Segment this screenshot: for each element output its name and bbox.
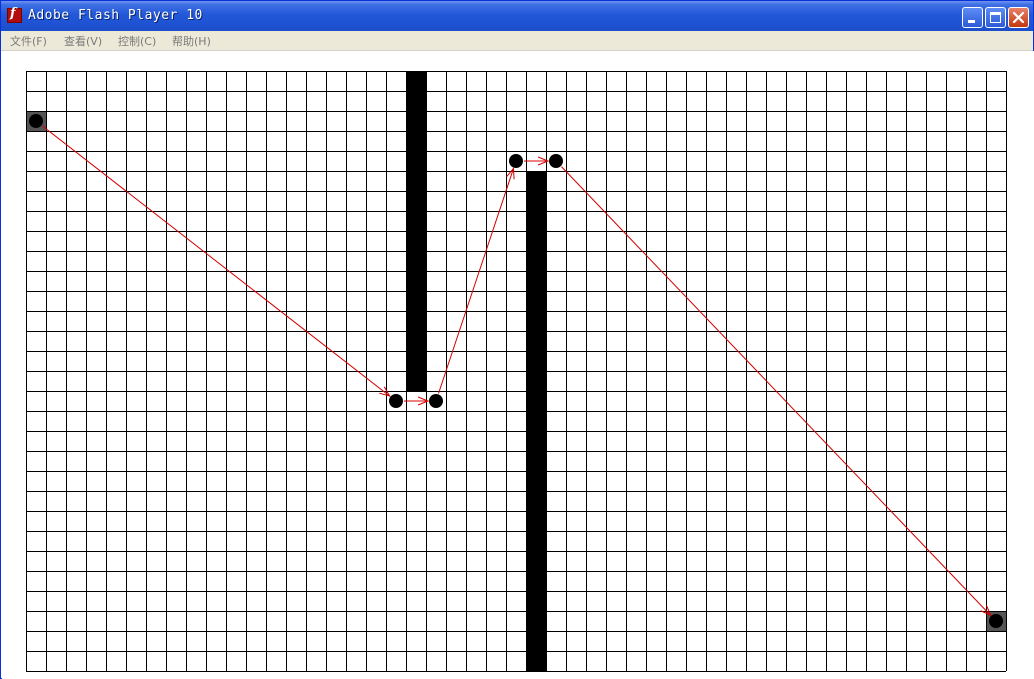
close-button[interactable]: [1008, 7, 1029, 28]
menu-help[interactable]: 帮助(H): [172, 33, 211, 49]
wall-obstacle: [526, 171, 546, 671]
waypoint-node: [389, 394, 403, 408]
maximize-icon: [990, 12, 1001, 23]
window-title: Adobe Flash Player 10: [28, 8, 203, 23]
flash-icon-glyph: f: [10, 6, 16, 21]
title-bar[interactable]: f Adobe Flash Player 10: [1, 1, 1033, 31]
waypoint-node: [509, 154, 523, 168]
menu-file[interactable]: 文件(F): [10, 33, 47, 49]
path-segment: [42, 125, 390, 397]
flash-player-icon: f: [7, 6, 22, 23]
flash-player-window: f Adobe Flash Player 10 文件(F) 查看(V) 控制(C…: [0, 0, 1034, 679]
maximize-button[interactable]: [985, 7, 1006, 28]
start-node: [29, 114, 43, 128]
menu-control[interactable]: 控制(C): [118, 33, 156, 49]
flash-stage[interactable]: [2, 51, 1034, 679]
waypoint-node: [549, 154, 563, 168]
minimize-icon: [968, 20, 975, 23]
pathfinding-grid[interactable]: [2, 51, 1034, 679]
menu-view[interactable]: 查看(V): [64, 33, 102, 49]
menu-bar: 文件(F) 查看(V) 控制(C) 帮助(H): [1, 31, 1033, 51]
close-icon: [1012, 11, 1025, 24]
minimize-button[interactable]: [962, 7, 983, 28]
path-segment: [438, 168, 514, 394]
goal-node: [989, 614, 1003, 628]
waypoint-node: [429, 394, 443, 408]
wall-obstacle: [406, 71, 426, 391]
